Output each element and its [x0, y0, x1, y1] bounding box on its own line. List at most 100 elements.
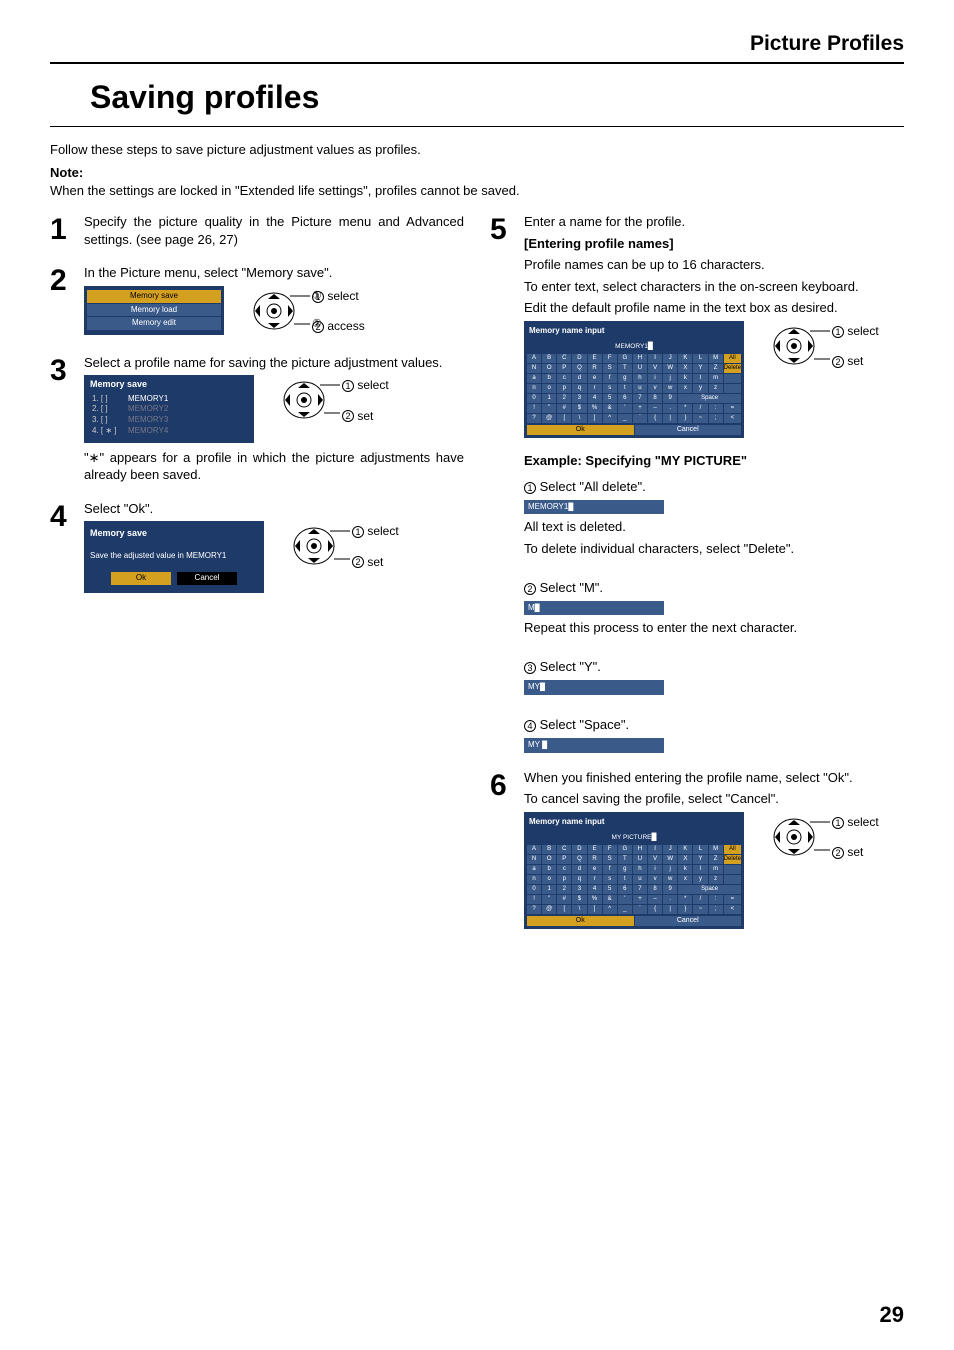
kb-key[interactable]: ? [527, 414, 541, 423]
kb-delete[interactable]: Delete [724, 855, 741, 864]
kb-key[interactable]: z [709, 384, 723, 393]
kb-key[interactable]: f [603, 865, 617, 874]
kb-key[interactable]: i [648, 374, 662, 383]
kb-key[interactable]: [ [557, 905, 571, 914]
kb-key[interactable]: : [709, 895, 723, 904]
kb-key[interactable]: c [557, 374, 571, 383]
kb-key[interactable]: V [648, 855, 662, 864]
kb-key[interactable]: D [572, 354, 586, 363]
kb-key[interactable]: ' [618, 895, 632, 904]
kb-key[interactable]: b [542, 865, 556, 874]
kb-key[interactable]: 5 [603, 394, 617, 403]
kb-key[interactable]: J [663, 845, 677, 854]
kb-key[interactable]: E [588, 845, 602, 854]
kb-key[interactable]: P [557, 364, 571, 373]
kb-cancel-button[interactable]: Cancel [635, 916, 742, 926]
kb-key[interactable]: / [693, 404, 707, 413]
kb-key[interactable]: e [588, 374, 602, 383]
kb-key[interactable]: \ [572, 414, 586, 423]
kb-space[interactable]: Space [678, 885, 741, 894]
kb-key[interactable]: 8 [648, 394, 662, 403]
kb-key[interactable]: – [648, 404, 662, 413]
kb-key[interactable]: c [557, 865, 571, 874]
memory-row-2[interactable]: 2. [ ]MEMORY2 [84, 404, 254, 415]
kb-key[interactable]: o [542, 384, 556, 393]
kb-key[interactable]: " [542, 895, 556, 904]
kb-ok-button[interactable]: Ok [527, 916, 634, 926]
kb-key[interactable]: s [603, 875, 617, 884]
kb-key[interactable]: e [588, 865, 602, 874]
kb-key[interactable]: ~ [693, 414, 707, 423]
kb-key[interactable]: Z [709, 855, 723, 864]
kb-key[interactable]: { [648, 414, 662, 423]
memory-row-4[interactable]: 4. [ ∗ ]MEMORY4 [84, 426, 254, 437]
kb-key[interactable]: ; [709, 414, 723, 423]
kb-key[interactable]: @ [542, 414, 556, 423]
kb-key[interactable]: p [557, 875, 571, 884]
kb-key[interactable]: n [527, 384, 541, 393]
kb-key[interactable]: a [527, 374, 541, 383]
kb-key[interactable]: @ [542, 905, 556, 914]
kb-key[interactable]: K [678, 354, 692, 363]
kb-cancel-button[interactable]: Cancel [635, 425, 742, 435]
kb-key[interactable]: Q [572, 364, 586, 373]
kb-key[interactable]: 1 [542, 885, 556, 894]
kb-key[interactable]: ] [588, 905, 602, 914]
kb-key[interactable]: d [572, 374, 586, 383]
kb-key[interactable]: ! [527, 895, 541, 904]
kb-key[interactable]: O [542, 855, 556, 864]
kb-key[interactable]: 3 [572, 394, 586, 403]
kb-key[interactable]: N [527, 364, 541, 373]
kb-key[interactable]: k [678, 374, 692, 383]
kb-key[interactable]: 6 [618, 885, 632, 894]
kb-key[interactable]: H [633, 354, 647, 363]
kb-key[interactable]: ] [588, 414, 602, 423]
kb-key[interactable]: * [678, 404, 692, 413]
kb-key[interactable]: d [572, 865, 586, 874]
kb-key[interactable]: f [603, 374, 617, 383]
kb-key[interactable]: l [693, 865, 707, 874]
kb-key[interactable]: R [588, 855, 602, 864]
kb-key[interactable]: F [603, 354, 617, 363]
kb-key[interactable]: r [588, 875, 602, 884]
kb-key[interactable]: h [633, 865, 647, 874]
kb-key[interactable]: 0 [527, 394, 541, 403]
kb-key[interactable]: G [618, 354, 632, 363]
kb-key[interactable]: G [618, 845, 632, 854]
kb-key[interactable]: = [724, 404, 741, 413]
kb-key[interactable]: Z [709, 364, 723, 373]
kb-key[interactable]: k [678, 865, 692, 874]
kb-key[interactable]: + [633, 404, 647, 413]
kb-key[interactable]: – [648, 895, 662, 904]
kb-key[interactable]: u [633, 875, 647, 884]
kb-key[interactable]: ~ [693, 905, 707, 914]
kb-all-delete[interactable]: All delete [724, 354, 741, 363]
kb-key[interactable]: ; [709, 905, 723, 914]
kb-key[interactable]: Y [693, 364, 707, 373]
kb-key[interactable]: B [542, 354, 556, 363]
kb-key[interactable]: % [588, 404, 602, 413]
kb-key[interactable]: 7 [633, 885, 647, 894]
menu-item-memory-save[interactable]: Memory save [87, 290, 221, 303]
kb-key[interactable]: F [603, 845, 617, 854]
kb-key[interactable]: i [648, 865, 662, 874]
kb-key[interactable] [724, 865, 741, 874]
kb-key[interactable]: P [557, 855, 571, 864]
kb-key[interactable]: A [527, 845, 541, 854]
confirm-cancel-button[interactable]: Cancel [177, 572, 237, 585]
kb-key[interactable]: < [724, 414, 741, 423]
menu-item-memory-load[interactable]: Memory load [87, 304, 221, 317]
kb-key[interactable]: q [572, 875, 586, 884]
kb-key[interactable]: a [527, 865, 541, 874]
kb-key[interactable]: ! [527, 404, 541, 413]
kb-key[interactable]: L [693, 354, 707, 363]
kb-key[interactable]: x [678, 875, 692, 884]
kb-key[interactable]: } [678, 414, 692, 423]
kb-key[interactable]: j [663, 865, 677, 874]
kb-key[interactable]: j [663, 374, 677, 383]
kb-key[interactable]: % [588, 895, 602, 904]
kb-key[interactable]: 7 [633, 394, 647, 403]
kb-key[interactable]: \ [572, 905, 586, 914]
kb-key[interactable]: z [709, 875, 723, 884]
kb-key[interactable]: ? [527, 905, 541, 914]
